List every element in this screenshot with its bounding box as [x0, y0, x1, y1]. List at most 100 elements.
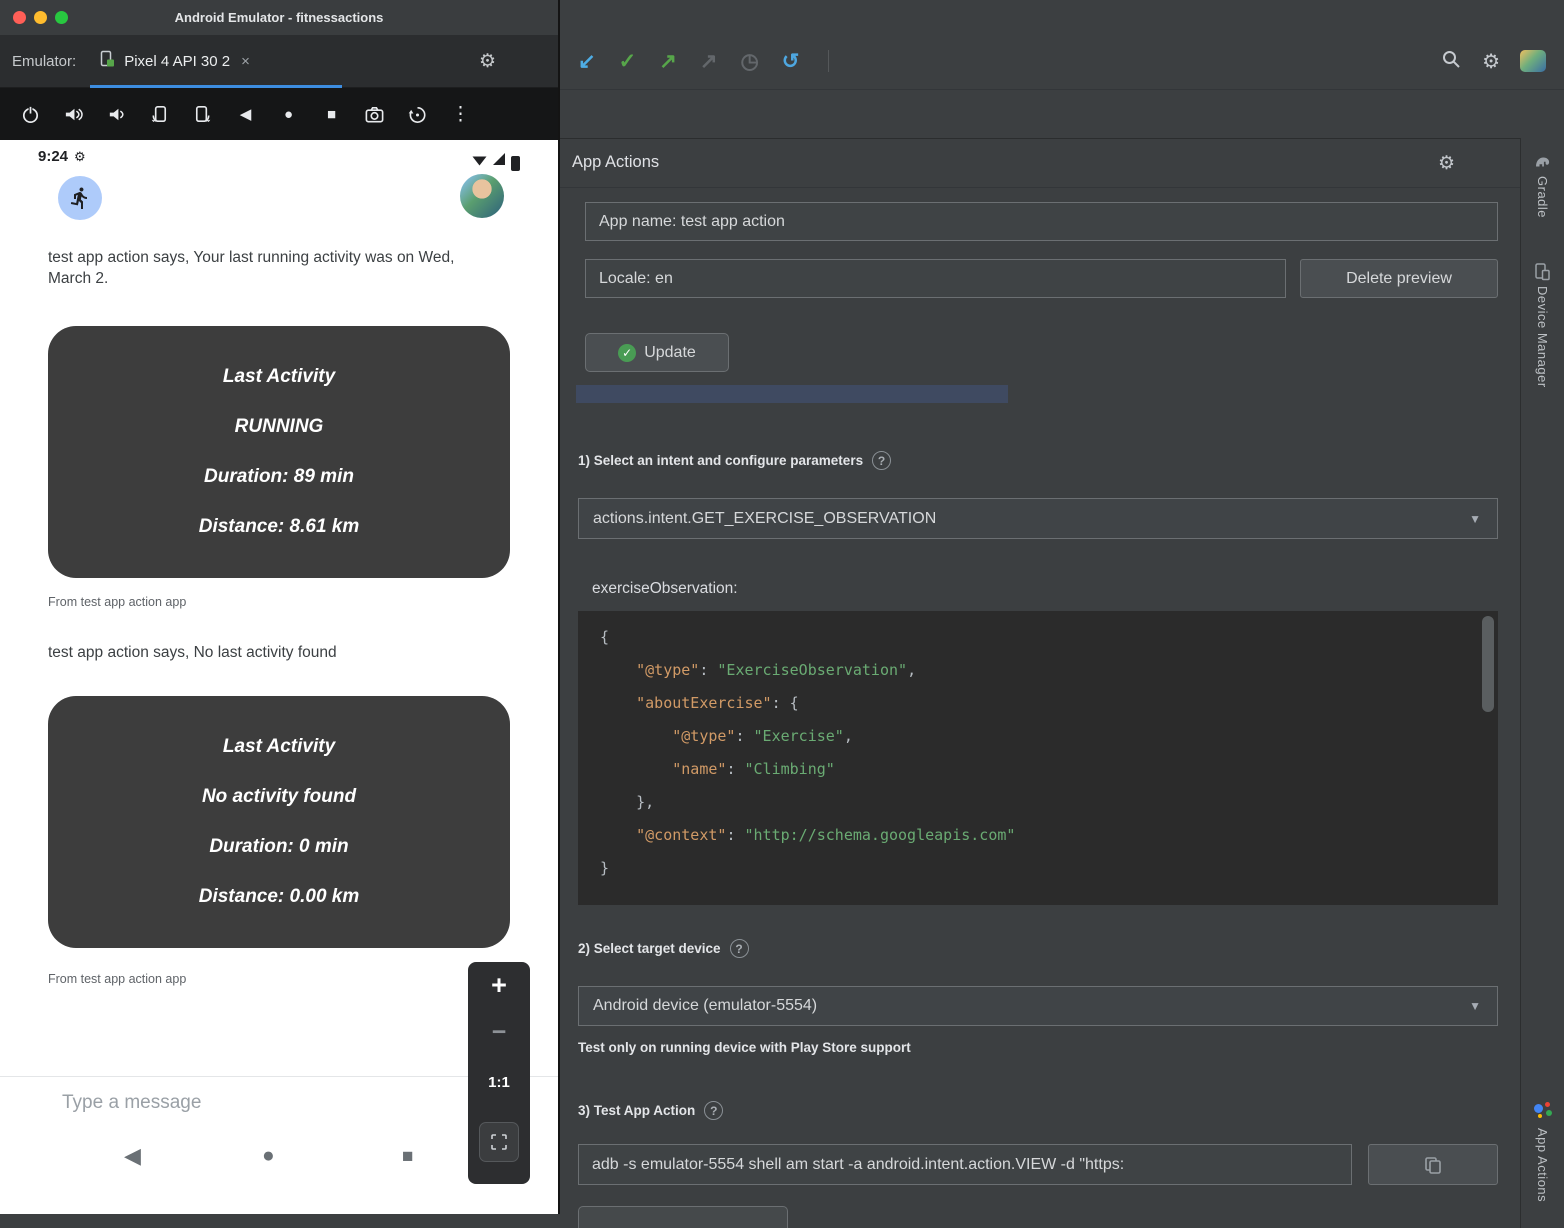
adb-command-input[interactable]: adb -s emulator-5554 shell am start -a a… [578, 1144, 1352, 1185]
copy-command-button[interactable] [1368, 1144, 1498, 1185]
message-source-label: From test app action app [48, 972, 186, 986]
camera-button[interactable] [356, 96, 393, 132]
activity-card: Last Activity RUNNING Duration: 89 min D… [48, 326, 510, 578]
snapshots-button[interactable] [399, 96, 436, 132]
step3-row: 3) Test App Action ? [578, 1101, 723, 1120]
user-avatar [460, 174, 504, 218]
run-app-action-button-partial[interactable] [578, 1206, 788, 1228]
status-time: 9:24 [38, 148, 68, 165]
zoom-ratio-button[interactable]: 1:1 [468, 1074, 530, 1091]
undo-icon[interactable]: ↺ [782, 51, 800, 72]
target-device-dropdown[interactable]: Android device (emulator-5554) ▼ [578, 986, 1498, 1026]
wifi-icon [472, 153, 487, 171]
selection-highlight [576, 385, 1008, 403]
search-icon[interactable] [1440, 48, 1462, 75]
arrow-down-left-icon[interactable]: ↙ [578, 51, 596, 72]
volume-up-button[interactable] [55, 96, 92, 132]
tab-active-underline [90, 85, 342, 88]
message-input[interactable]: Type a message [62, 1092, 201, 1114]
nav-home-button[interactable]: ● [262, 1144, 275, 1168]
check-icon[interactable]: ✓ [619, 51, 637, 72]
device-note: Test only on running device with Play St… [578, 1040, 911, 1055]
rotate-right-button[interactable] [184, 96, 221, 132]
assistant-avatar [58, 176, 102, 220]
battery-icon [511, 156, 520, 171]
zoom-panel: + − 1:1 [468, 962, 530, 1184]
parameter-json-editor[interactable]: { "@type": "ExerciseObservation", "about… [578, 611, 1498, 905]
zoom-out-button[interactable]: − [468, 1018, 530, 1047]
intent-dropdown[interactable]: actions.intent.GET_EXERCISE_OBSERVATION … [578, 498, 1498, 539]
window-title: Android Emulator - fitnessactions [0, 10, 558, 25]
assistant-message: test app action says, Your last running … [48, 248, 468, 290]
help-icon[interactable]: ? [704, 1101, 723, 1120]
phone-tab-icon [98, 50, 115, 73]
intent-dropdown-value: actions.intent.GET_EXERCISE_OBSERVATION [593, 510, 936, 528]
editor-scrollbar[interactable] [1482, 616, 1494, 712]
emulator-toolbar: Emulator: Pixel 4 API 30 2 × ⚙ [0, 35, 558, 88]
assistant-message: test app action says, No last activity f… [48, 643, 468, 664]
card-title: Last Activity [223, 736, 335, 758]
step2-label: 2) Select target device [578, 941, 721, 956]
arrow-up-right-icon[interactable]: ↗ [659, 51, 677, 72]
zoom-in-button[interactable]: + [468, 970, 530, 1001]
panel-settings-gear-icon[interactable]: ⚙ [1438, 152, 1455, 175]
rotate-left-button[interactable] [141, 96, 178, 132]
target-device-value: Android device (emulator-5554) [593, 997, 817, 1015]
power-button[interactable] [12, 96, 49, 132]
card-activity-type: RUNNING [235, 416, 324, 438]
home-button[interactable]: ● [270, 96, 307, 132]
phone-screen: 9:24 ⚙ test app action says, Your last r… [0, 140, 558, 1212]
tab-close-icon[interactable]: × [241, 53, 250, 70]
emulator-settings-gear-icon[interactable]: ⚙ [479, 50, 496, 73]
delete-preview-button[interactable]: Delete preview [1300, 259, 1498, 298]
profile-avatar[interactable] [1520, 50, 1546, 72]
help-icon[interactable]: ? [730, 939, 749, 958]
arrow-dim-icon[interactable]: ↗ [700, 51, 718, 72]
toolbar-separator [828, 50, 829, 72]
panel-title: App Actions [572, 153, 659, 172]
clock-icon[interactable]: ◷ [740, 51, 758, 72]
chevron-down-icon: ▼ [1469, 512, 1481, 526]
step1-row: 1) Select an intent and configure parame… [578, 451, 891, 470]
card-title: Last Activity [223, 366, 335, 388]
step3-label: 3) Test App Action [578, 1103, 695, 1118]
help-icon[interactable]: ? [872, 451, 891, 470]
app-actions-panel-header: App Actions ⚙ [560, 138, 1520, 188]
android-studio-window: ↙ ✓ ↗ ↗ ◷ ↺ ⚙ App Actions ⚙ App name: te… [560, 0, 1564, 1228]
settings-gear-icon[interactable]: ⚙ [1482, 49, 1500, 74]
app-actions-tool-button[interactable]: App Actions [1535, 1128, 1550, 1202]
emulator-window: Android Emulator - fitnessactions Emulat… [0, 0, 560, 1214]
nav-overview-button[interactable]: ■ [402, 1146, 413, 1168]
device-tab[interactable]: Pixel 4 API 30 2 × [90, 35, 342, 88]
device-controls-toolbar: ◀ ● ■ ⋮ [0, 88, 558, 140]
copy-icon [1424, 1156, 1442, 1174]
volume-down-button[interactable] [98, 96, 135, 132]
zoom-fit-button[interactable] [479, 1122, 519, 1162]
studio-toolbar: ↙ ✓ ↗ ↗ ◷ ↺ ⚙ [560, 33, 1564, 90]
card-duration: Duration: 89 min [204, 466, 354, 488]
app-name-input[interactable]: App name: test app action [585, 202, 1498, 241]
update-button[interactable]: ✓ Update [585, 333, 729, 372]
app-actions-icon [1533, 1100, 1553, 1120]
gradle-icon [1533, 152, 1552, 176]
step2-row: 2) Select target device ? [578, 939, 749, 958]
more-button[interactable]: ⋮ [442, 96, 479, 132]
device-manager-icon [1533, 262, 1552, 286]
locale-input[interactable]: Locale: en [585, 259, 1286, 298]
gradle-tool-button[interactable]: Gradle [1535, 176, 1550, 218]
emulator-titlebar: Android Emulator - fitnessactions [0, 0, 558, 35]
activity-card: Last Activity No activity found Duration… [48, 696, 510, 948]
device-manager-tool-button[interactable]: Device Manager [1535, 286, 1550, 388]
status-icons [472, 152, 520, 171]
card-duration: Duration: 0 min [209, 836, 348, 858]
parameter-name-label: exerciseObservation: [592, 580, 738, 598]
nav-back-button[interactable]: ◀ [124, 1143, 141, 1169]
signal-icon [492, 152, 506, 171]
overview-button[interactable]: ■ [313, 96, 350, 132]
update-button-label: Update [644, 344, 696, 362]
code-lines: { "@type": "ExerciseObservation", "about… [600, 621, 1498, 885]
message-source-label: From test app action app [48, 595, 186, 609]
desktop: Android Emulator - fitnessactions Emulat… [0, 0, 1564, 1228]
back-button[interactable]: ◀ [227, 96, 264, 132]
device-tab-label: Pixel 4 API 30 2 [124, 53, 230, 70]
